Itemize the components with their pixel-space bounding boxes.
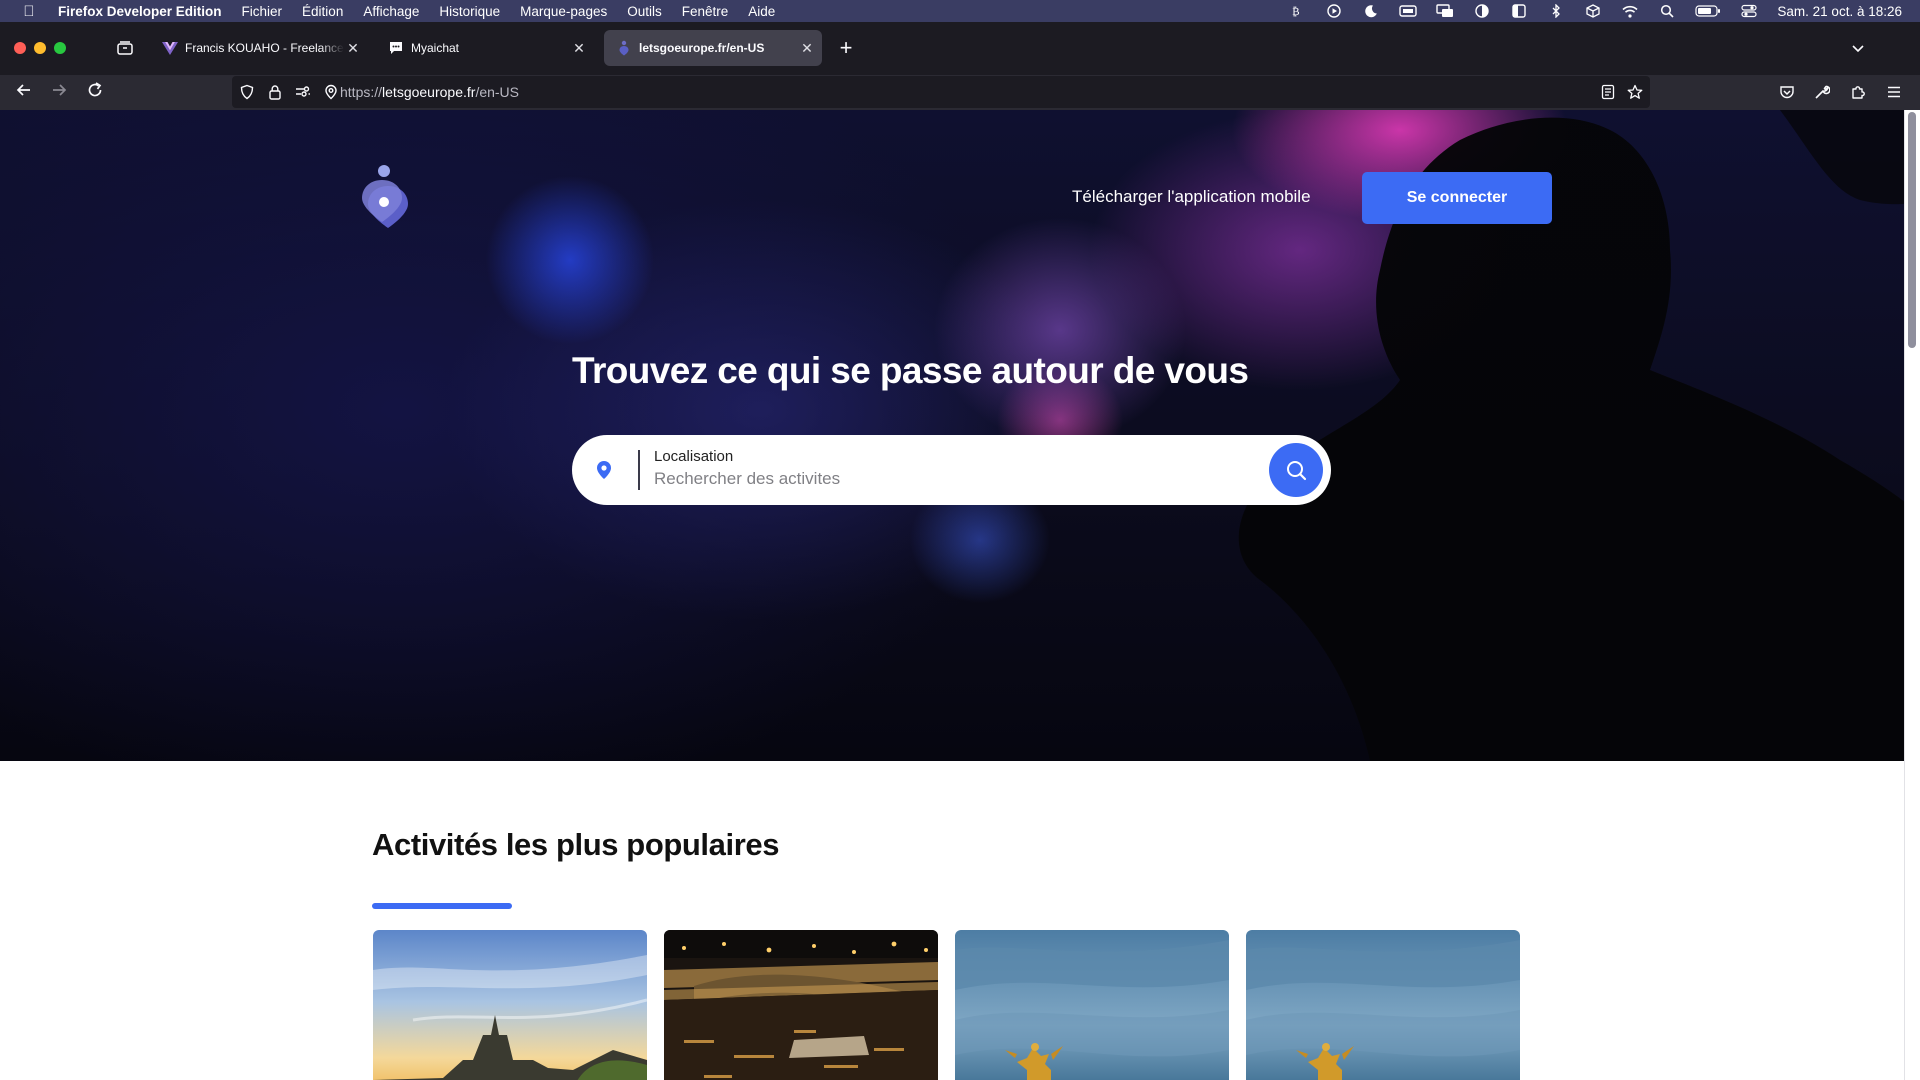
popular-activities-title: Activités les plus populaires [372,827,780,862]
chat-icon [388,40,404,56]
login-button[interactable]: Se connecter [1362,172,1552,224]
search-submit-button[interactable] [1269,443,1323,497]
svg-text:₿: ₿ [1292,5,1300,18]
url-domain: letsgoeurope.fr [382,84,476,100]
forward-arrow-icon[interactable] [48,79,70,101]
menu-affichage[interactable]: Affichage [363,4,419,19]
scrollbar-thumb[interactable] [1908,112,1916,348]
wifi-icon[interactable] [1621,4,1639,18]
url-bar-icons [238,82,340,102]
notre-dame-photo [373,930,647,1080]
url-text[interactable]: https://letsgoeurope.fr/en-US [340,84,519,100]
menu-historique[interactable]: Historique [439,4,500,19]
golden-statue-photo [1246,930,1520,1080]
location-pin-icon[interactable] [592,458,616,482]
permissions-icon[interactable] [294,83,312,101]
vue-icon [162,40,178,56]
tab-title: Myaichat [411,41,460,55]
back-arrow-icon[interactable] [13,79,35,101]
download-app-link[interactable]: Télécharger l'application mobile [1072,187,1311,207]
play-circle-icon[interactable] [1325,4,1343,18]
spotlight-search-icon[interactable] [1658,4,1676,18]
menu-fenetre[interactable]: Fenêtre [682,4,729,19]
bluetooth-icon[interactable] [1547,4,1565,18]
activity-search-input[interactable] [654,468,1234,490]
contrast-icon[interactable] [1473,4,1491,18]
menu-edition[interactable]: Édition [302,4,343,19]
letsgoeurope-logo[interactable] [362,162,414,228]
activity-card[interactable] [1246,930,1520,1080]
tab-myaichat[interactable]: Myaichat ✕ [376,30,594,66]
extensions-puzzle-icon[interactable] [1847,81,1869,103]
app-menu[interactable]: Firefox Developer Edition [58,4,222,19]
url-path: /en-US [475,84,520,100]
hamburger-menu-icon[interactable] [1883,81,1905,103]
chevron-down-icon[interactable] [1848,38,1868,58]
wrench-devtools-icon[interactable] [1811,81,1833,103]
close-tab-icon[interactable]: ✕ [798,39,816,57]
apple-menu-icon[interactable]:  [18,3,40,20]
macos-menubar:  Firefox Developer Edition Fichier Édit… [0,0,1920,22]
package-icon[interactable] [1584,4,1602,18]
battery-icon[interactable] [1695,4,1721,18]
location-label: Localisation [654,448,734,465]
close-window-button[interactable] [14,42,26,54]
menu-fichier[interactable]: Fichier [242,4,283,19]
letsgo-icon [616,40,632,56]
activity-card[interactable] [955,930,1229,1080]
reload-icon[interactable] [84,79,106,101]
golden-statue-photo [955,930,1229,1080]
page-viewport: Télécharger l'application mobile Se conn… [0,110,1904,1080]
moon-icon[interactable] [1362,4,1380,18]
menu-aide[interactable]: Aide [748,4,775,19]
search-divider [638,450,640,490]
zoom-window-button[interactable] [54,42,66,54]
hero-section: Télécharger l'application mobile Se conn… [0,110,1904,761]
tab-title: letsgoeurope.fr/en-US [639,41,765,55]
reader-view-icon[interactable] [1597,81,1619,103]
control-center-icon[interactable] [1740,4,1758,18]
menu-outils[interactable]: Outils [627,4,662,19]
menubar-clock[interactable]: Sam. 21 oct. à 18:26 [1777,4,1902,19]
new-tab-button[interactable]: + [836,37,856,59]
font-icon[interactable]: ₿ [1288,4,1306,18]
activity-card[interactable] [373,930,647,1080]
title-underline [372,903,512,909]
tab-letsgoeurope[interactable]: letsgoeurope.fr/en-US ✕ [604,30,822,66]
status-area: ₿ Sam. 21 oct. à 18:26 [1288,0,1902,22]
display-icon[interactable] [1399,4,1418,18]
url-scheme: https:// [340,84,383,100]
location-permission-icon[interactable] [322,83,340,101]
seine-bridge-night-photo [664,930,938,1080]
menu-marque-pages[interactable]: Marque-pages [520,4,607,19]
tab-title: Francis KOUAHO - Freelance de [185,41,344,55]
minimize-window-button[interactable] [34,42,46,54]
sidebar-icon[interactable] [1510,4,1528,18]
activity-card[interactable] [664,930,938,1080]
firefox-view-icon[interactable] [116,39,134,57]
lock-icon[interactable] [266,83,284,101]
pocket-icon[interactable] [1776,81,1798,103]
tab-francis[interactable]: Francis KOUAHO - Freelance de ✕ [150,30,368,66]
close-tab-icon[interactable]: ✕ [344,39,362,57]
search-box: Localisation [572,435,1331,505]
tracking-protection-shield-icon[interactable] [238,83,256,101]
hero-title: Trouvez ce qui se passe autour de vous [572,350,1249,391]
bookmark-star-icon[interactable] [1624,81,1646,103]
screen-mirror-icon[interactable] [1436,4,1454,18]
search-icon [1287,461,1307,481]
close-tab-icon[interactable]: ✕ [570,39,588,57]
